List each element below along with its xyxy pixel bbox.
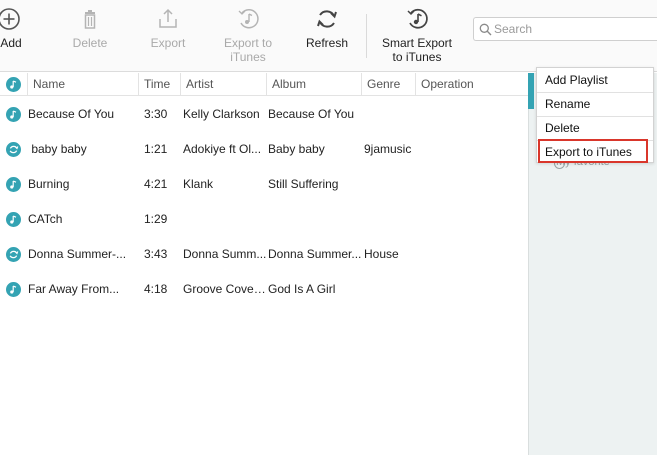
smart-export-button[interactable]: Smart Export to iTunes <box>378 6 456 68</box>
smart-export-line1: Smart Export <box>381 36 453 50</box>
refresh-button[interactable]: Refresh <box>302 6 352 68</box>
table-header: Name Time Artist Album Genre Operation <box>0 73 528 96</box>
column-header-artist[interactable]: Artist <box>180 73 267 96</box>
export-to-itunes-button[interactable]: Export to iTunes <box>218 6 278 68</box>
cell-album: Baby baby <box>268 142 325 156</box>
refresh-label: Refresh <box>305 36 349 50</box>
search-box[interactable] <box>473 17 657 41</box>
itunes-export-icon <box>238 9 259 29</box>
cell-album: Donna Summer... <box>268 247 362 261</box>
cell-time: 4:21 <box>144 177 168 191</box>
cell-artist: Kelly Clarkson <box>183 107 260 121</box>
cell-artist: Groove Cover... <box>183 282 267 296</box>
smart-export-line2: to iTunes <box>392 50 442 64</box>
music-note-icon <box>6 107 21 122</box>
column-header-album[interactable]: Album <box>266 73 361 96</box>
cell-artist: Adokiye ft Ol... <box>183 142 262 156</box>
sync-icon <box>6 247 21 262</box>
export-to-itunes-label: Export to iTunes <box>224 36 272 64</box>
menu-item-rename[interactable]: Rename <box>537 92 653 116</box>
cell-name: Donna Summer-... <box>28 247 127 261</box>
export-button[interactable]: Export <box>144 6 192 68</box>
cell-operation <box>421 132 521 167</box>
cell-time: 3:30 <box>144 107 168 121</box>
cell-genre <box>364 272 416 307</box>
table-row[interactable]: CATch 1:29 <box>0 202 528 237</box>
export-to-itunes-line2: iTunes <box>230 50 266 64</box>
cell-name: Because Of You <box>28 107 115 121</box>
menu-item-add-playlist[interactable]: Add Playlist <box>537 68 653 92</box>
smart-export-icon <box>407 8 428 29</box>
delete-label: Delete <box>72 36 108 50</box>
cell-name: CATch <box>28 212 63 226</box>
cell-artist <box>183 202 267 237</box>
delete-button[interactable]: Delete <box>66 6 114 68</box>
trash-icon <box>84 10 96 29</box>
cell-name: baby baby <box>28 142 87 156</box>
search-input[interactable] <box>494 20 654 38</box>
cell-artist: Donna Summ... <box>183 247 267 261</box>
column-header-time[interactable]: Time <box>138 73 180 96</box>
cell-album <box>268 202 362 237</box>
song-table: Name Time Artist Album Genre Operation B… <box>0 73 528 455</box>
column-header-genre[interactable]: Genre <box>361 73 415 96</box>
table-row[interactable]: Donna Summer-... 3:43 Donna Summ... Donna S… <box>0 237 528 272</box>
music-note-icon <box>6 212 21 227</box>
plus-circle-icon <box>0 8 20 30</box>
cell-genre: 9jamusic <box>364 142 412 156</box>
cell-name: Burning <box>28 177 70 191</box>
cell-genre <box>364 97 416 132</box>
cell-time: 1:21 <box>144 142 168 156</box>
cell-operation <box>421 237 521 272</box>
export-label: Export <box>150 36 186 50</box>
refresh-icon <box>317 10 337 28</box>
cell-album: Because Of You <box>268 107 355 121</box>
add-button[interactable]: Add <box>0 6 24 68</box>
column-header-name[interactable]: Name <box>27 73 138 96</box>
cell-name: Far Away From... <box>28 282 120 296</box>
music-note-icon <box>6 177 21 192</box>
search-icon <box>479 23 492 36</box>
cell-album: Still Suffering <box>268 177 339 191</box>
add-label: Add <box>0 36 22 50</box>
cell-operation <box>421 97 521 132</box>
toolbar: Add Delete Export Export to iTunes Refre… <box>0 0 657 72</box>
menu-item-delete[interactable]: Delete <box>537 116 653 140</box>
cell-operation <box>421 167 521 202</box>
cell-artist: Klank <box>183 177 214 191</box>
sync-icon <box>6 142 21 157</box>
cell-time: 1:29 <box>144 212 168 226</box>
table-row[interactable]: Far Away From... 4:18 Groove Cover... God I… <box>0 272 528 307</box>
highlight-box <box>538 139 648 163</box>
music-note-icon <box>6 77 21 92</box>
export-icon <box>159 8 177 28</box>
cell-time: 3:43 <box>144 247 168 261</box>
cell-genre <box>364 167 416 202</box>
cell-time: 4:18 <box>144 282 168 296</box>
column-header-operation[interactable]: Operation <box>415 73 528 96</box>
cell-genre <box>364 202 416 237</box>
table-row[interactable]: Burning 4:21 Klank Still Suffering <box>0 167 528 202</box>
cell-album: God Is A Girl <box>268 282 336 296</box>
smart-export-label: Smart Export to iTunes <box>382 36 452 64</box>
music-note-icon <box>6 282 21 297</box>
export-to-itunes-line1: Export to <box>223 36 273 50</box>
table-row[interactable]: baby baby 1:21 Adokiye ft Ol... Baby baby 9j… <box>0 132 528 167</box>
cell-genre: House <box>364 247 399 261</box>
table-row[interactable]: Because Of You 3:30 Kelly Clarkson Because … <box>0 97 528 132</box>
toolbar-divider <box>366 14 367 58</box>
playlist-selected-marker <box>528 73 534 109</box>
cell-operation <box>421 202 521 237</box>
cell-operation <box>421 272 521 307</box>
